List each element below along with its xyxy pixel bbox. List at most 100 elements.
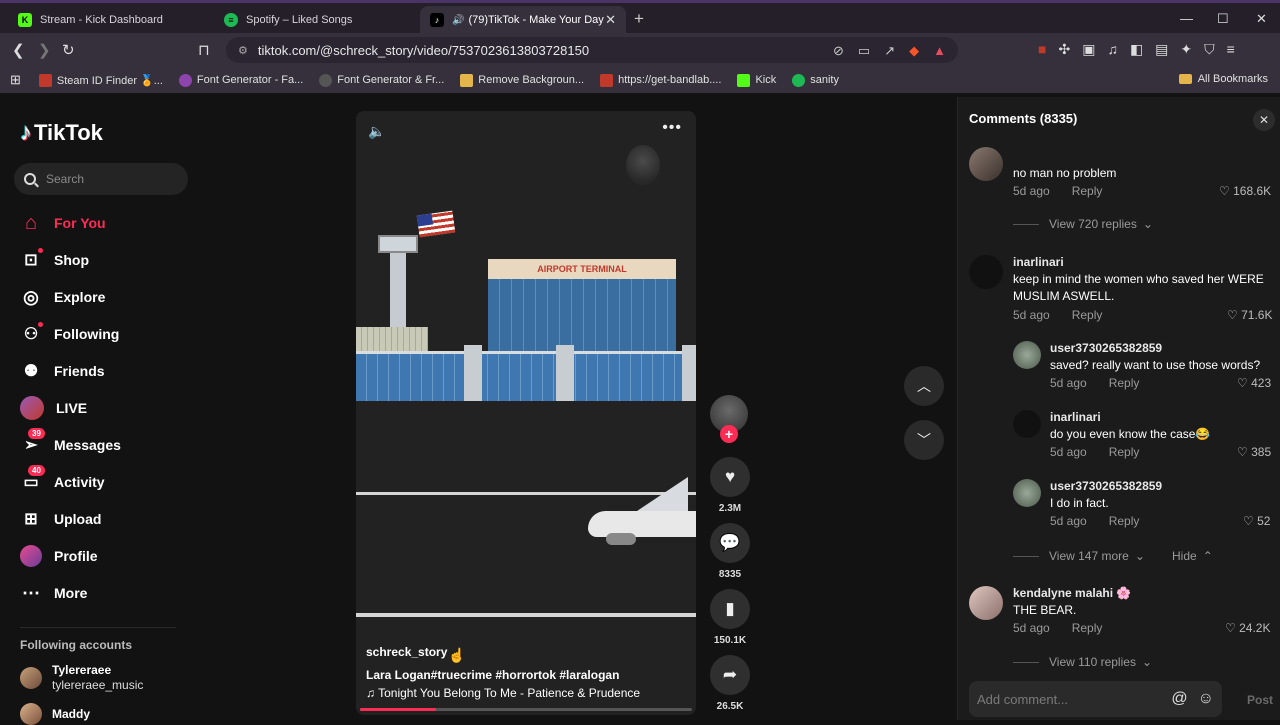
hide-replies-button[interactable]: Hide ⌃ bbox=[1172, 549, 1213, 563]
comment-author[interactable]: inarlinari bbox=[1013, 255, 1064, 269]
sidebar-item-upload[interactable]: ⊞ Upload bbox=[20, 506, 101, 532]
comment-like[interactable]: ♡ 168.6K bbox=[1219, 184, 1271, 198]
close-window-button[interactable]: ✕ bbox=[1256, 11, 1267, 27]
reply-button[interactable]: Reply bbox=[1109, 376, 1140, 390]
sidebar-item-friends[interactable]: ⚉ Friends bbox=[20, 358, 105, 384]
sidebar-item-messages[interactable]: ➢ 39 Messages bbox=[20, 428, 121, 458]
sidebar-item-following[interactable]: ⚇ Following bbox=[20, 321, 119, 347]
post-button[interactable]: Post bbox=[1247, 693, 1273, 707]
add-comment-input[interactable]: Add comment... @ ☺ bbox=[969, 681, 1222, 717]
bookmark-bandlab[interactable]: https://get-bandlab.... bbox=[600, 73, 721, 87]
mention-icon[interactable]: @ bbox=[1171, 690, 1187, 708]
sidebar-item-activity[interactable]: ▭ 40 Activity bbox=[20, 465, 105, 495]
follow-button[interactable]: + bbox=[720, 425, 738, 443]
comment-author[interactable]: user3730265382859 bbox=[1050, 341, 1162, 355]
reply-button[interactable]: Reply bbox=[1072, 621, 1103, 635]
apps-icon[interactable]: ⊞ bbox=[10, 72, 21, 88]
avatar[interactable] bbox=[969, 147, 1003, 181]
maximize-button[interactable]: ☐ bbox=[1217, 11, 1229, 27]
comment-like[interactable]: ♡ 385 bbox=[1237, 445, 1271, 459]
brave-shield-icon[interactable]: ◆ bbox=[909, 43, 919, 59]
tab-spotify[interactable]: ≡ Spotify – Liked Songs bbox=[214, 6, 414, 34]
sidebar-item-more[interactable]: ⋯ More bbox=[20, 580, 87, 606]
extension-icon[interactable]: ■ bbox=[1038, 41, 1046, 58]
volume-icon[interactable]: 🔈 bbox=[368, 123, 385, 140]
cast-off-icon[interactable]: ⊘ bbox=[833, 43, 844, 59]
video-author[interactable]: schreck_story bbox=[366, 645, 447, 659]
like-button[interactable]: ♥ bbox=[710, 457, 750, 497]
comment-author[interactable]: kendalyne malahi 🌸 bbox=[1013, 586, 1131, 600]
wallet-icon[interactable]: ▤ bbox=[1155, 41, 1168, 58]
comment-like[interactable]: ♡ 52 bbox=[1243, 514, 1270, 528]
avatar[interactable] bbox=[969, 255, 1003, 289]
comment-like[interactable]: ♡ 24.2K bbox=[1225, 621, 1270, 635]
avatar[interactable] bbox=[1013, 479, 1041, 507]
comment-author[interactable]: user3730265382859 bbox=[1050, 479, 1162, 493]
music-icon[interactable]: ♫ bbox=[1107, 41, 1118, 58]
bookmark-icon[interactable]: ⊓ bbox=[198, 41, 210, 59]
bookmark-sanity[interactable]: sanity bbox=[792, 73, 839, 87]
save-button[interactable]: ▮ bbox=[710, 589, 750, 629]
screenshot-icon[interactable]: ▣ bbox=[1082, 41, 1095, 58]
tiktok-logo[interactable]: ♪ TikTok bbox=[20, 119, 103, 147]
reply-button[interactable]: Reply bbox=[1072, 184, 1103, 198]
reply-button[interactable]: Reply bbox=[1072, 308, 1103, 322]
share-icon[interactable]: ↗ bbox=[884, 43, 895, 59]
comment-like[interactable]: ♡ 423 bbox=[1237, 376, 1271, 390]
sidebar-item-profile[interactable]: Profile bbox=[20, 543, 98, 569]
sidebar-icon[interactable]: ◧ bbox=[1130, 41, 1143, 58]
reply-button[interactable]: Reply bbox=[1109, 445, 1140, 459]
comment-like[interactable]: ♡ 71.6K bbox=[1227, 308, 1272, 322]
next-video-button[interactable]: ﹀ bbox=[904, 420, 944, 460]
sidebar-item-explore[interactable]: ◎ Explore bbox=[20, 284, 105, 310]
us-flag-image bbox=[416, 210, 456, 238]
bookmark-steam-id[interactable]: Steam ID Finder 🏅... bbox=[38, 73, 163, 87]
forward-button[interactable]: ❯ bbox=[38, 41, 51, 59]
search-input[interactable]: Search bbox=[14, 163, 188, 195]
sidebar-item-shop[interactable]: ⊡ Shop bbox=[20, 247, 89, 273]
video-music[interactable]: ♫ Tonight You Belong To Me - Patience & … bbox=[366, 686, 640, 700]
minimize-button[interactable]: — bbox=[1180, 11, 1193, 26]
video-player[interactable]: 🔈 ••• AIRPORT TERMINAL schreck_story ☝ L… bbox=[356, 111, 696, 715]
avatar bbox=[20, 667, 42, 689]
reply-button[interactable]: Reply bbox=[1109, 514, 1140, 528]
emoji-icon[interactable]: ☺ bbox=[1198, 690, 1214, 708]
puzzle-icon[interactable]: ✣ bbox=[1058, 41, 1070, 58]
bookmark-remove-background[interactable]: Remove Backgroun... bbox=[460, 73, 584, 87]
bookmark-font-generator-2[interactable]: Font Generator & Fr... bbox=[319, 73, 444, 87]
view-more-replies-button[interactable]: View 147 more ⌄ bbox=[1013, 549, 1145, 563]
menu-icon[interactable]: ≡ bbox=[1227, 41, 1235, 58]
back-button[interactable]: ❮ bbox=[12, 41, 25, 59]
site-info-icon[interactable]: ⚙ bbox=[238, 44, 248, 57]
progress-fill bbox=[360, 708, 437, 711]
previous-video-button[interactable]: ︿ bbox=[904, 366, 944, 406]
view-replies-button[interactable]: View 110 replies ⌄ bbox=[1013, 655, 1152, 669]
bookmark-font-generator-1[interactable]: Font Generator - Fa... bbox=[178, 73, 303, 87]
leo-icon[interactable]: ✦ bbox=[1180, 41, 1192, 58]
avatar[interactable] bbox=[1013, 410, 1041, 438]
sidebar-item-live[interactable]: LIVE bbox=[20, 395, 87, 421]
video-progress-bar[interactable] bbox=[360, 708, 692, 711]
following-account[interactable]: Maddy bbox=[20, 703, 90, 725]
new-tab-button[interactable]: + bbox=[634, 9, 644, 29]
bookmark-kick[interactable]: Kick bbox=[737, 73, 776, 87]
sidebar-item-for-you[interactable]: ⌂ For You bbox=[20, 210, 106, 236]
more-options-icon[interactable]: ••• bbox=[662, 119, 682, 137]
all-bookmarks-button[interactable]: All Bookmarks bbox=[1178, 73, 1268, 85]
close-comments-button[interactable]: ✕ bbox=[1253, 109, 1275, 131]
comment-author[interactable]: inarlinari bbox=[1050, 410, 1101, 424]
view-replies-button[interactable]: View 720 replies ⌄ bbox=[1013, 217, 1153, 231]
url-field[interactable]: ⚙ tiktok.com/@schreck_story/video/753702… bbox=[226, 37, 958, 63]
reload-button[interactable]: ↻ bbox=[62, 41, 75, 59]
tab-kick[interactable]: K Stream - Kick Dashboard bbox=[8, 6, 208, 34]
avatar[interactable] bbox=[969, 586, 1003, 620]
brave-rewards-icon[interactable]: ▲ bbox=[933, 43, 946, 59]
comment-button[interactable]: 💬 bbox=[710, 523, 750, 563]
install-icon[interactable]: ▭ bbox=[858, 43, 870, 59]
share-button[interactable]: ➦ bbox=[710, 655, 750, 695]
avatar[interactable] bbox=[1013, 341, 1041, 369]
tab-tiktok[interactable]: ♪ 🔊 (79)TikTok - Make Your Day ✕ bbox=[420, 6, 626, 34]
following-account[interactable]: Tylereraee tylereraee_music bbox=[20, 663, 143, 693]
vpn-icon[interactable]: ⛉ bbox=[1204, 41, 1215, 58]
close-tab-icon[interactable]: ✕ bbox=[605, 12, 616, 28]
